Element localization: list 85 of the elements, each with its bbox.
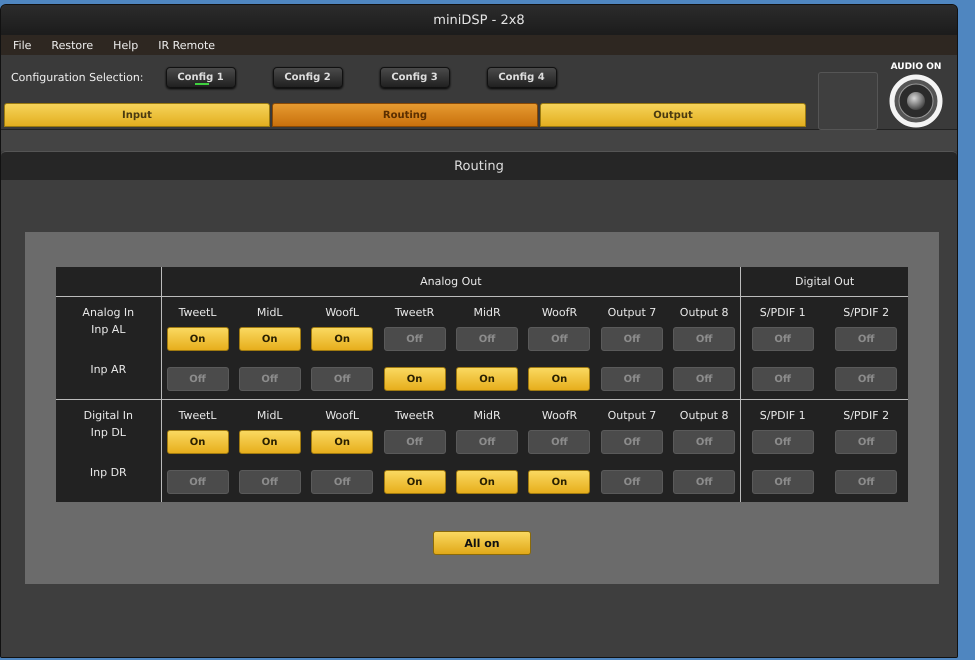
route-toggle[interactable]: Off <box>673 327 736 351</box>
output-group-heading: Analog Out <box>420 275 482 288</box>
route-toggle[interactable]: Off <box>600 367 663 391</box>
route-toggle[interactable]: Off <box>600 470 663 494</box>
route-toggle[interactable]: Off <box>456 327 518 351</box>
route-toggle[interactable]: Off <box>752 327 814 351</box>
column-heading: MidR <box>473 409 501 422</box>
column-heading: Output 7 <box>608 409 656 422</box>
column-heading: Output 8 <box>680 409 728 422</box>
route-toggle[interactable]: Off <box>600 430 663 454</box>
column-heading: S/PDIF 2 <box>843 306 890 319</box>
tab[interactable]: Input <box>4 103 270 127</box>
route-toggle[interactable]: Off <box>528 327 590 351</box>
config-button[interactable]: Config 2 <box>272 67 342 88</box>
route-toggle[interactable]: Off <box>166 470 229 494</box>
column-heading: S/PDIF 1 <box>760 306 806 319</box>
column-heading: TweetL <box>178 306 216 319</box>
menu-item[interactable]: File <box>7 36 38 54</box>
route-toggle[interactable]: On <box>166 327 229 351</box>
row-label: Inp AL <box>91 323 126 336</box>
config-label: Configuration Selection: <box>11 71 144 84</box>
route-toggle[interactable]: On <box>166 430 229 454</box>
column-heading: S/PDIF 2 <box>843 409 890 422</box>
route-toggle[interactable]: Off <box>752 470 814 494</box>
route-toggle[interactable]: On <box>456 470 518 494</box>
column-heading: WoofR <box>542 306 578 319</box>
route-toggle[interactable]: Off <box>835 327 898 351</box>
input-group-heading: Digital In <box>84 409 133 422</box>
route-toggle[interactable]: Off <box>311 367 374 391</box>
route-toggle[interactable]: Off <box>835 470 898 494</box>
column-heading: WoofL <box>325 409 360 422</box>
config-button[interactable]: Config 4 <box>486 67 556 88</box>
row-label: Inp AR <box>90 363 126 376</box>
route-toggle[interactable]: On <box>384 470 446 494</box>
route-toggle[interactable]: Off <box>673 367 736 391</box>
column-heading: S/PDIF 1 <box>760 409 806 422</box>
row-label: Inp DL <box>90 426 126 439</box>
output-group-heading: Digital Out <box>795 275 854 288</box>
route-toggle[interactable]: On <box>384 367 446 391</box>
tab[interactable]: Routing <box>272 103 538 127</box>
row-label: Inp DR <box>90 466 127 479</box>
route-toggle[interactable]: On <box>238 430 301 454</box>
all-on-button[interactable]: All on <box>433 531 531 555</box>
tab[interactable]: Output <box>540 103 806 127</box>
route-toggle[interactable]: Off <box>673 470 736 494</box>
column-heading: Output 7 <box>608 306 656 319</box>
column-heading: MidL <box>256 409 283 422</box>
route-toggle[interactable]: On <box>528 367 590 391</box>
column-heading: WoofL <box>325 306 360 319</box>
route-toggle[interactable]: Off <box>456 430 518 454</box>
route-toggle[interactable]: Off <box>600 327 663 351</box>
menu-item[interactable]: Help <box>107 36 144 54</box>
route-toggle[interactable]: Off <box>238 470 301 494</box>
config-button[interactable]: Config 1 <box>166 67 236 88</box>
column-heading: WoofR <box>542 409 578 422</box>
column-heading: TweetR <box>394 306 434 319</box>
input-group-heading: Analog In <box>82 306 134 319</box>
menu-item[interactable]: IR Remote <box>152 36 222 54</box>
column-heading: MidR <box>473 306 501 319</box>
route-toggle[interactable]: On <box>311 430 374 454</box>
route-toggle[interactable]: Off <box>752 430 814 454</box>
window-title: miniDSP - 2x8 <box>1 5 957 35</box>
route-toggle[interactable]: Off <box>528 430 590 454</box>
menu-item[interactable]: Restore <box>45 36 100 54</box>
audio-label: AUDIO ON <box>890 62 942 72</box>
route-toggle[interactable]: On <box>311 327 374 351</box>
route-toggle[interactable]: Off <box>835 367 898 391</box>
speaker-icon[interactable] <box>888 73 944 129</box>
column-heading: TweetL <box>178 409 216 422</box>
config-button[interactable]: Config 3 <box>380 67 450 88</box>
route-toggle[interactable]: Off <box>752 367 814 391</box>
route-toggle[interactable]: Off <box>311 470 374 494</box>
route-toggle[interactable]: On <box>456 367 518 391</box>
panel-title: Routing <box>1 151 957 180</box>
route-toggle[interactable]: Off <box>673 430 736 454</box>
route-toggle[interactable]: Off <box>384 430 446 454</box>
route-toggle[interactable]: On <box>528 470 590 494</box>
column-heading: Output 8 <box>680 306 728 319</box>
route-toggle[interactable]: Off <box>835 430 898 454</box>
column-heading: TweetR <box>394 409 434 422</box>
route-toggle[interactable]: Off <box>384 327 446 351</box>
column-heading: MidL <box>256 306 283 319</box>
route-toggle[interactable]: On <box>238 327 301 351</box>
route-toggle[interactable]: Off <box>238 367 301 391</box>
route-toggle[interactable]: Off <box>166 367 229 391</box>
